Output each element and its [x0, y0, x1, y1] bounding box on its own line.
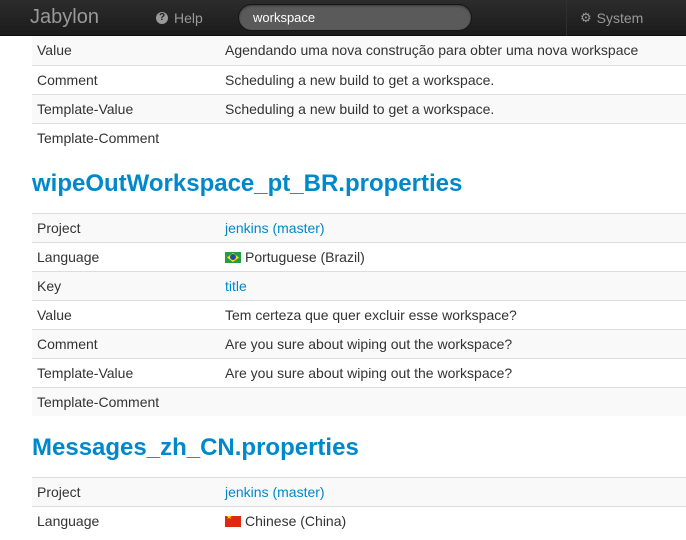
system-label: System — [596, 10, 644, 26]
table-row: Key title — [32, 271, 686, 300]
flag-china-icon — [225, 516, 241, 527]
table-row: Template-Value Are you sure about wiping… — [32, 358, 686, 387]
system-menu[interactable]: ⚙ System — [580, 0, 643, 36]
project-link[interactable]: jenkins (master) — [225, 220, 325, 236]
row-value: Are you sure about wiping out the worksp… — [225, 365, 513, 381]
row-key: Language — [37, 249, 100, 265]
table-row: Project jenkins (master) — [32, 477, 686, 506]
row-value: Are you sure about wiping out the worksp… — [225, 336, 513, 352]
table-row: Language Chinese (China) — [32, 506, 686, 535]
row-value: Scheduling a new build to get a workspac… — [225, 72, 495, 88]
row-key: Template-Comment — [37, 394, 160, 410]
properties-table: Value Agendando uma nova construção para… — [32, 36, 686, 152]
row-key: Comment — [37, 336, 98, 352]
row-key: Value — [37, 307, 72, 323]
help-label: Help — [174, 10, 203, 26]
row-value: Agendando uma nova construção para obter… — [225, 42, 639, 58]
properties-table: Project jenkins (master) Language Portug… — [32, 213, 686, 416]
brand-logo[interactable]: Jabylon — [30, 6, 99, 28]
table-row: Value Agendando uma nova construção para… — [32, 36, 686, 65]
table-row: Comment Are you sure about wiping out th… — [32, 329, 686, 358]
row-key: Template-Value — [37, 365, 134, 381]
row-key: Template-Comment — [37, 130, 160, 146]
table-row: Comment Scheduling a new build to get a … — [32, 65, 686, 94]
top-navbar: Jabylon ? Help ⚙ System — [0, 0, 686, 36]
table-row: Value Tem certeza que quer excluir esse … — [32, 300, 686, 329]
flag-brazil-icon — [225, 252, 241, 263]
table-row: Template-Value Scheduling a new build to… — [32, 94, 686, 123]
row-value — [225, 124, 686, 152]
row-key: Value — [37, 42, 72, 58]
row-key: Project — [37, 220, 81, 236]
search-results: Value Agendando uma nova construção para… — [32, 36, 686, 535]
result-title-link[interactable]: Messages_zh_CN.properties — [32, 433, 686, 463]
key-link[interactable]: title — [225, 278, 247, 294]
project-link[interactable]: jenkins (master) — [225, 484, 325, 500]
search-input[interactable] — [238, 4, 472, 31]
row-key: Language — [37, 513, 100, 529]
row-key: Comment — [37, 72, 98, 88]
properties-table: Project jenkins (master) Language Chines… — [32, 477, 686, 535]
table-row: Project jenkins (master) — [32, 213, 686, 242]
table-row: Template-Comment — [32, 123, 686, 152]
table-row: Template-Comment — [32, 387, 686, 416]
result-title-link[interactable]: wipeOutWorkspace_pt_BR.properties — [32, 169, 686, 199]
language-value: Portuguese (Brazil) — [245, 249, 365, 265]
row-value: Scheduling a new build to get a workspac… — [225, 101, 495, 117]
row-key: Template-Value — [37, 101, 134, 117]
row-key: Project — [37, 484, 81, 500]
table-row: Language Portuguese (Brazil) — [32, 242, 686, 271]
question-circle-icon: ? — [156, 12, 168, 24]
help-link[interactable]: ? Help — [146, 0, 213, 36]
gear-icon: ⚙ — [580, 10, 592, 25]
row-value — [225, 388, 686, 416]
row-value: Tem certeza que quer excluir esse worksp… — [225, 307, 517, 323]
language-value: Chinese (China) — [245, 513, 347, 529]
navbar-divider — [566, 0, 567, 36]
row-key: Key — [37, 278, 62, 294]
